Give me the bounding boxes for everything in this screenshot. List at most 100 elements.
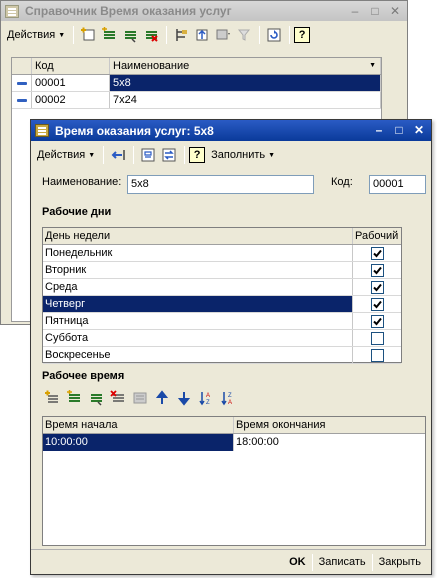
folder-up-icon[interactable] xyxy=(192,25,212,45)
svg-text:A: A xyxy=(228,400,232,406)
move-down-icon[interactable] xyxy=(174,388,194,408)
code-field[interactable]: 00001 xyxy=(369,175,426,194)
table-row[interactable]: 00002 7x24 xyxy=(12,92,381,109)
actions-menu[interactable]: Действия ▼ xyxy=(7,29,69,41)
code-row: Код: xyxy=(331,176,353,188)
fill-menu[interactable]: Заполнить ▼ xyxy=(211,149,279,161)
working-checkbox[interactable] xyxy=(370,348,384,362)
maximize-icon[interactable]: □ xyxy=(391,122,407,137)
element-marker-icon xyxy=(12,75,32,91)
table-row[interactable]: Воскресенье xyxy=(43,347,401,364)
working-cell xyxy=(353,313,401,329)
working-checkbox[interactable] xyxy=(370,331,384,345)
working-checkbox[interactable] xyxy=(370,246,384,260)
name-field[interactable]: 5x8 xyxy=(127,175,314,194)
toolbar-separator xyxy=(73,26,75,44)
chevron-down-icon: ▼ xyxy=(268,151,276,159)
copy-icon[interactable] xyxy=(64,388,84,408)
form-icon xyxy=(35,124,49,137)
chevron-down-icon: ▼ xyxy=(88,151,96,159)
maximize-icon[interactable]: □ xyxy=(367,3,383,18)
save-button[interactable]: Записать xyxy=(313,553,372,572)
row-name[interactable]: 7x24 xyxy=(110,92,381,108)
ok-button[interactable]: OK xyxy=(283,553,312,572)
minimize-icon[interactable]: – xyxy=(371,122,387,137)
column-working[interactable]: Рабочий xyxy=(353,228,401,244)
end-time-cell[interactable]: 18:00:00 xyxy=(234,434,425,451)
actions-menu[interactable]: Действия ▼ xyxy=(37,149,99,161)
table-row[interactable]: Понедельник xyxy=(43,245,401,262)
column-weekday[interactable]: День недели xyxy=(43,228,353,244)
toolbar-separator xyxy=(103,146,105,164)
hierarchy-icon[interactable] xyxy=(171,25,191,45)
catalog-window-titlebar[interactable]: Справочник Время оказания услуг – □ ✕ xyxy=(1,1,407,21)
help-icon[interactable]: ? xyxy=(189,147,206,163)
name-label: Наименование: xyxy=(42,176,122,188)
weekday-cell[interactable]: Четверг xyxy=(43,296,353,312)
weekday-cell[interactable]: Пятница xyxy=(43,313,353,329)
filter-icon[interactable] xyxy=(213,25,233,45)
toolbar-separator xyxy=(289,26,291,44)
row-name[interactable]: 5x8 xyxy=(110,75,381,91)
column-name[interactable]: Наименование ▼ xyxy=(110,58,381,74)
reread-icon[interactable] xyxy=(159,145,179,165)
go-to-list-icon[interactable] xyxy=(108,145,128,165)
copy-icon[interactable] xyxy=(120,25,140,45)
edit-icon[interactable] xyxy=(86,388,106,408)
row-code[interactable]: 00001 xyxy=(32,75,110,91)
code-label: Код: xyxy=(331,176,353,188)
end-edit-icon xyxy=(130,388,150,408)
table-row[interactable]: Пятница xyxy=(43,313,401,330)
refresh-icon[interactable] xyxy=(264,25,284,45)
form-titlebar[interactable]: Время оказания услуг: 5x8 – □ ✕ xyxy=(31,120,431,141)
working-checkbox[interactable] xyxy=(370,314,384,328)
table-row[interactable]: 00001 5x8 xyxy=(12,75,381,92)
sort-ascending-icon[interactable]: AZ xyxy=(196,388,216,408)
table-header: Время начала Время окончания xyxy=(43,417,425,434)
add-icon[interactable] xyxy=(42,388,62,408)
close-icon[interactable]: ✕ xyxy=(387,3,403,18)
column-code[interactable]: Код xyxy=(32,58,110,74)
column-start-time[interactable]: Время начала xyxy=(43,417,234,433)
worktime-table[interactable]: Время начала Время окончания 10:00:00 18… xyxy=(42,416,426,546)
toolbar-separator xyxy=(166,26,168,44)
sort-descending-icon[interactable]: ZA xyxy=(218,388,238,408)
add-icon[interactable] xyxy=(78,25,98,45)
column-end-time[interactable]: Время окончания xyxy=(234,417,425,433)
weekday-cell[interactable]: Вторник xyxy=(43,262,353,278)
actions-menu-label: Действия xyxy=(7,29,56,41)
weekday-cell[interactable]: Воскресенье xyxy=(43,347,353,363)
close-button[interactable]: Закрыть xyxy=(373,553,427,572)
filter-off-icon[interactable] xyxy=(234,25,254,45)
table-row[interactable]: 10:00:00 18:00:00 xyxy=(43,434,425,451)
minimize-icon[interactable]: – xyxy=(347,3,363,18)
delete-icon[interactable] xyxy=(108,388,128,408)
table-row[interactable]: Среда xyxy=(43,279,401,296)
help-icon[interactable]: ? xyxy=(294,27,311,43)
worktime-title: Рабочее время xyxy=(42,370,125,382)
table-row[interactable]: Четверг xyxy=(43,296,401,313)
weekday-cell[interactable]: Понедельник xyxy=(43,245,353,261)
weekday-cell[interactable]: Среда xyxy=(43,279,353,295)
form-title: Время оказания услуг: 5x8 xyxy=(55,123,214,138)
close-icon[interactable]: ✕ xyxy=(411,122,427,137)
table-row[interactable]: Суббота xyxy=(43,330,401,347)
row-code[interactable]: 00002 xyxy=(32,92,110,108)
chevron-down-icon: ▼ xyxy=(58,31,66,39)
move-up-icon[interactable] xyxy=(152,388,172,408)
working-checkbox[interactable] xyxy=(370,297,384,311)
table-row[interactable]: Вторник xyxy=(43,262,401,279)
form-toolbar: Действия ▼ ? Заполнить ▼ xyxy=(33,143,429,167)
structure-icon[interactable] xyxy=(138,145,158,165)
service-time-form[interactable]: Время оказания услуг: 5x8 – □ ✕ Действия… xyxy=(30,119,432,575)
add-group-icon[interactable] xyxy=(99,25,119,45)
working-checkbox[interactable] xyxy=(370,280,384,294)
delete-icon[interactable] xyxy=(141,25,161,45)
weekday-cell[interactable]: Суббота xyxy=(43,330,353,346)
toolbar-separator xyxy=(259,26,261,44)
checkmark-icon xyxy=(372,249,382,257)
start-time-cell[interactable]: 10:00:00 xyxy=(43,434,234,451)
working-checkbox[interactable] xyxy=(370,263,384,277)
workdays-table[interactable]: День недели Рабочий Понедельник Вторник Ср… xyxy=(42,227,402,364)
actions-menu-label: Действия xyxy=(37,149,86,161)
